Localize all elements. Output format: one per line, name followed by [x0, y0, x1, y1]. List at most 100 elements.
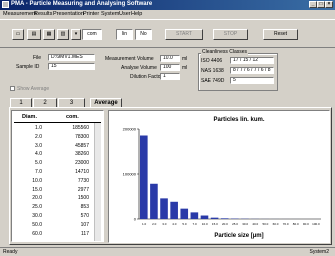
status-right: System2	[310, 249, 329, 255]
menu-help[interactable]: Help	[131, 11, 142, 17]
chart-x-tick-label: 70.0	[283, 222, 289, 226]
option-field[interactable]: No	[135, 29, 152, 40]
show-average-label: Show Average	[17, 86, 49, 92]
toolbar: ▭ ▤ ▦ ▥ ▾ com lin No START STOP Reset	[0, 19, 335, 48]
table-cell-count: 38260	[57, 151, 89, 157]
table-cell-count: 107	[57, 222, 89, 228]
maximize-icon[interactable]: □	[317, 1, 325, 8]
open-file-icon[interactable]: ▭	[12, 29, 24, 40]
table-cell-diam: 25.0	[20, 204, 42, 210]
table-cell-diam: 60.0	[20, 231, 42, 237]
menu-user[interactable]: User	[119, 11, 131, 17]
sample-field: 15	[48, 63, 95, 70]
table-cell-count: 14710	[57, 169, 89, 175]
iso-label: ISO 4406	[201, 58, 222, 64]
chart-bar	[160, 198, 168, 219]
chart-x-tick-label: 1.0	[142, 222, 147, 226]
analyse-volume-label: Analyse Volume	[121, 65, 157, 71]
chart-bar	[211, 218, 219, 219]
chart-bar	[221, 218, 229, 219]
dropdown-icon[interactable]: ▾	[71, 29, 81, 40]
table-cell-count: 78300	[57, 134, 89, 140]
bar-chart: Particles lin. kum. Particle size [µm] 2…	[109, 111, 329, 242]
table-cell-diam: 1.0	[20, 125, 42, 131]
table-cell-count: 45857	[57, 143, 89, 149]
table-cell-diam: 50.0	[20, 222, 42, 228]
menu-measurement[interactable]: Measurement	[3, 11, 37, 17]
file-field: D:\9MV1.MES	[48, 54, 95, 61]
chart-x-tick-label: 3.0	[162, 222, 167, 226]
table-cell-count: 185560	[57, 125, 89, 131]
chart-x-tick-label: 80.0	[293, 222, 299, 226]
start-button[interactable]: START	[165, 29, 203, 40]
chart-x-tick-label: 25.0	[232, 222, 238, 226]
dilution-field: 1	[160, 73, 180, 80]
table-scrollbar[interactable]	[94, 123, 101, 241]
chart-bar	[191, 212, 199, 219]
minimize-icon[interactable]: _	[309, 1, 317, 8]
app-window: PMA - Particle Measuring and Analysing S…	[0, 0, 335, 255]
chart-bar	[140, 135, 148, 219]
chart-x-tick-label: 100.0	[312, 222, 320, 226]
file-label: File	[33, 55, 41, 61]
table-header-divider	[14, 122, 101, 123]
table-cell-diam: 5.0	[20, 160, 42, 166]
chart-x-tick-label: 90.0	[303, 222, 309, 226]
chart-y-tick-label: 100000	[123, 172, 137, 177]
chart-y-tick-label: 200000	[123, 127, 137, 132]
iso-field: 17 / 15 / 12	[230, 57, 274, 64]
table-cell-diam: 3.0	[20, 143, 42, 149]
scale-field[interactable]: lin	[116, 29, 133, 40]
chart-x-tick-label: 60.0	[273, 222, 279, 226]
table-header-diam: Diam.	[22, 114, 37, 120]
chart-title: Particles lin. kum.	[213, 117, 264, 123]
menu-bar: Measurement Results Presentation Printer…	[0, 10, 335, 18]
menu-printer[interactable]: Printer	[83, 11, 99, 17]
meas-volume-label: Measurement Volume	[105, 56, 154, 62]
reset-button[interactable]: Reset	[263, 29, 298, 40]
chart-x-tick-label: 2.0	[152, 222, 157, 226]
chart-x-tick-label: 15.0	[212, 222, 218, 226]
size-table: Diam. com. 1.01855602.0783003.0458574.03…	[11, 110, 104, 242]
stop-button[interactable]: STOP	[213, 29, 248, 40]
table-cell-count: 570	[57, 213, 89, 219]
chart-x-tick-label: 30.0	[242, 222, 248, 226]
window-title: PMA - Particle Measuring and Analysing S…	[11, 1, 152, 7]
dilution-label: Dilution Factor	[130, 74, 162, 80]
table-cell-diam: 4.0	[20, 151, 42, 157]
chart-x-tick-label: 10.0	[202, 222, 208, 226]
chart-x-tick-label: 4.0	[172, 222, 177, 226]
chart-y-tick-label: 0	[134, 217, 137, 222]
print-icon[interactable]: ▦	[43, 29, 55, 40]
table-cell-diam: 30.0	[20, 213, 42, 219]
sae-label: SAE 749D	[201, 78, 224, 84]
table-cell-count: 117	[57, 231, 89, 237]
close-icon[interactable]: ×	[325, 1, 333, 8]
meas-volume-field: 10.0	[160, 55, 180, 62]
title-bar: PMA - Particle Measuring and Analysing S…	[0, 0, 335, 10]
table-cell-count: 853	[57, 204, 89, 210]
table-cell-diam: 20.0	[20, 195, 42, 201]
unit-field[interactable]: com	[82, 29, 102, 40]
menu-system[interactable]: System	[101, 11, 119, 17]
sample-label: Sample ID	[16, 64, 39, 70]
menu-results[interactable]: Results	[34, 11, 52, 17]
table-cell-count: 7730	[57, 178, 89, 184]
table-cell-diam: 2.0	[20, 134, 42, 140]
measure-icon[interactable]: ▤	[27, 29, 41, 40]
chart-bar	[150, 184, 158, 219]
table-cell-diam: 15.0	[20, 187, 42, 193]
chart-bar	[170, 202, 178, 219]
chart-x-tick-label: 5.0	[182, 222, 187, 226]
nas-field: 8 / 7 / 6 / 7 / 6 / 8	[230, 67, 274, 74]
chart-icon[interactable]: ▥	[57, 29, 69, 40]
show-average-checkbox[interactable]	[10, 86, 15, 91]
meas-volume-unit: ml	[182, 56, 187, 62]
chart-x-tick-label: 7.0	[193, 222, 198, 226]
analyse-volume-unit: ml	[182, 65, 187, 71]
nas-label: NAS 1638	[201, 68, 224, 74]
menu-presentation[interactable]: Presentation	[53, 11, 84, 17]
table-cell-diam: 7.0	[20, 169, 42, 175]
chart-bar	[180, 209, 188, 219]
table-cell-count: 2977	[57, 187, 89, 193]
